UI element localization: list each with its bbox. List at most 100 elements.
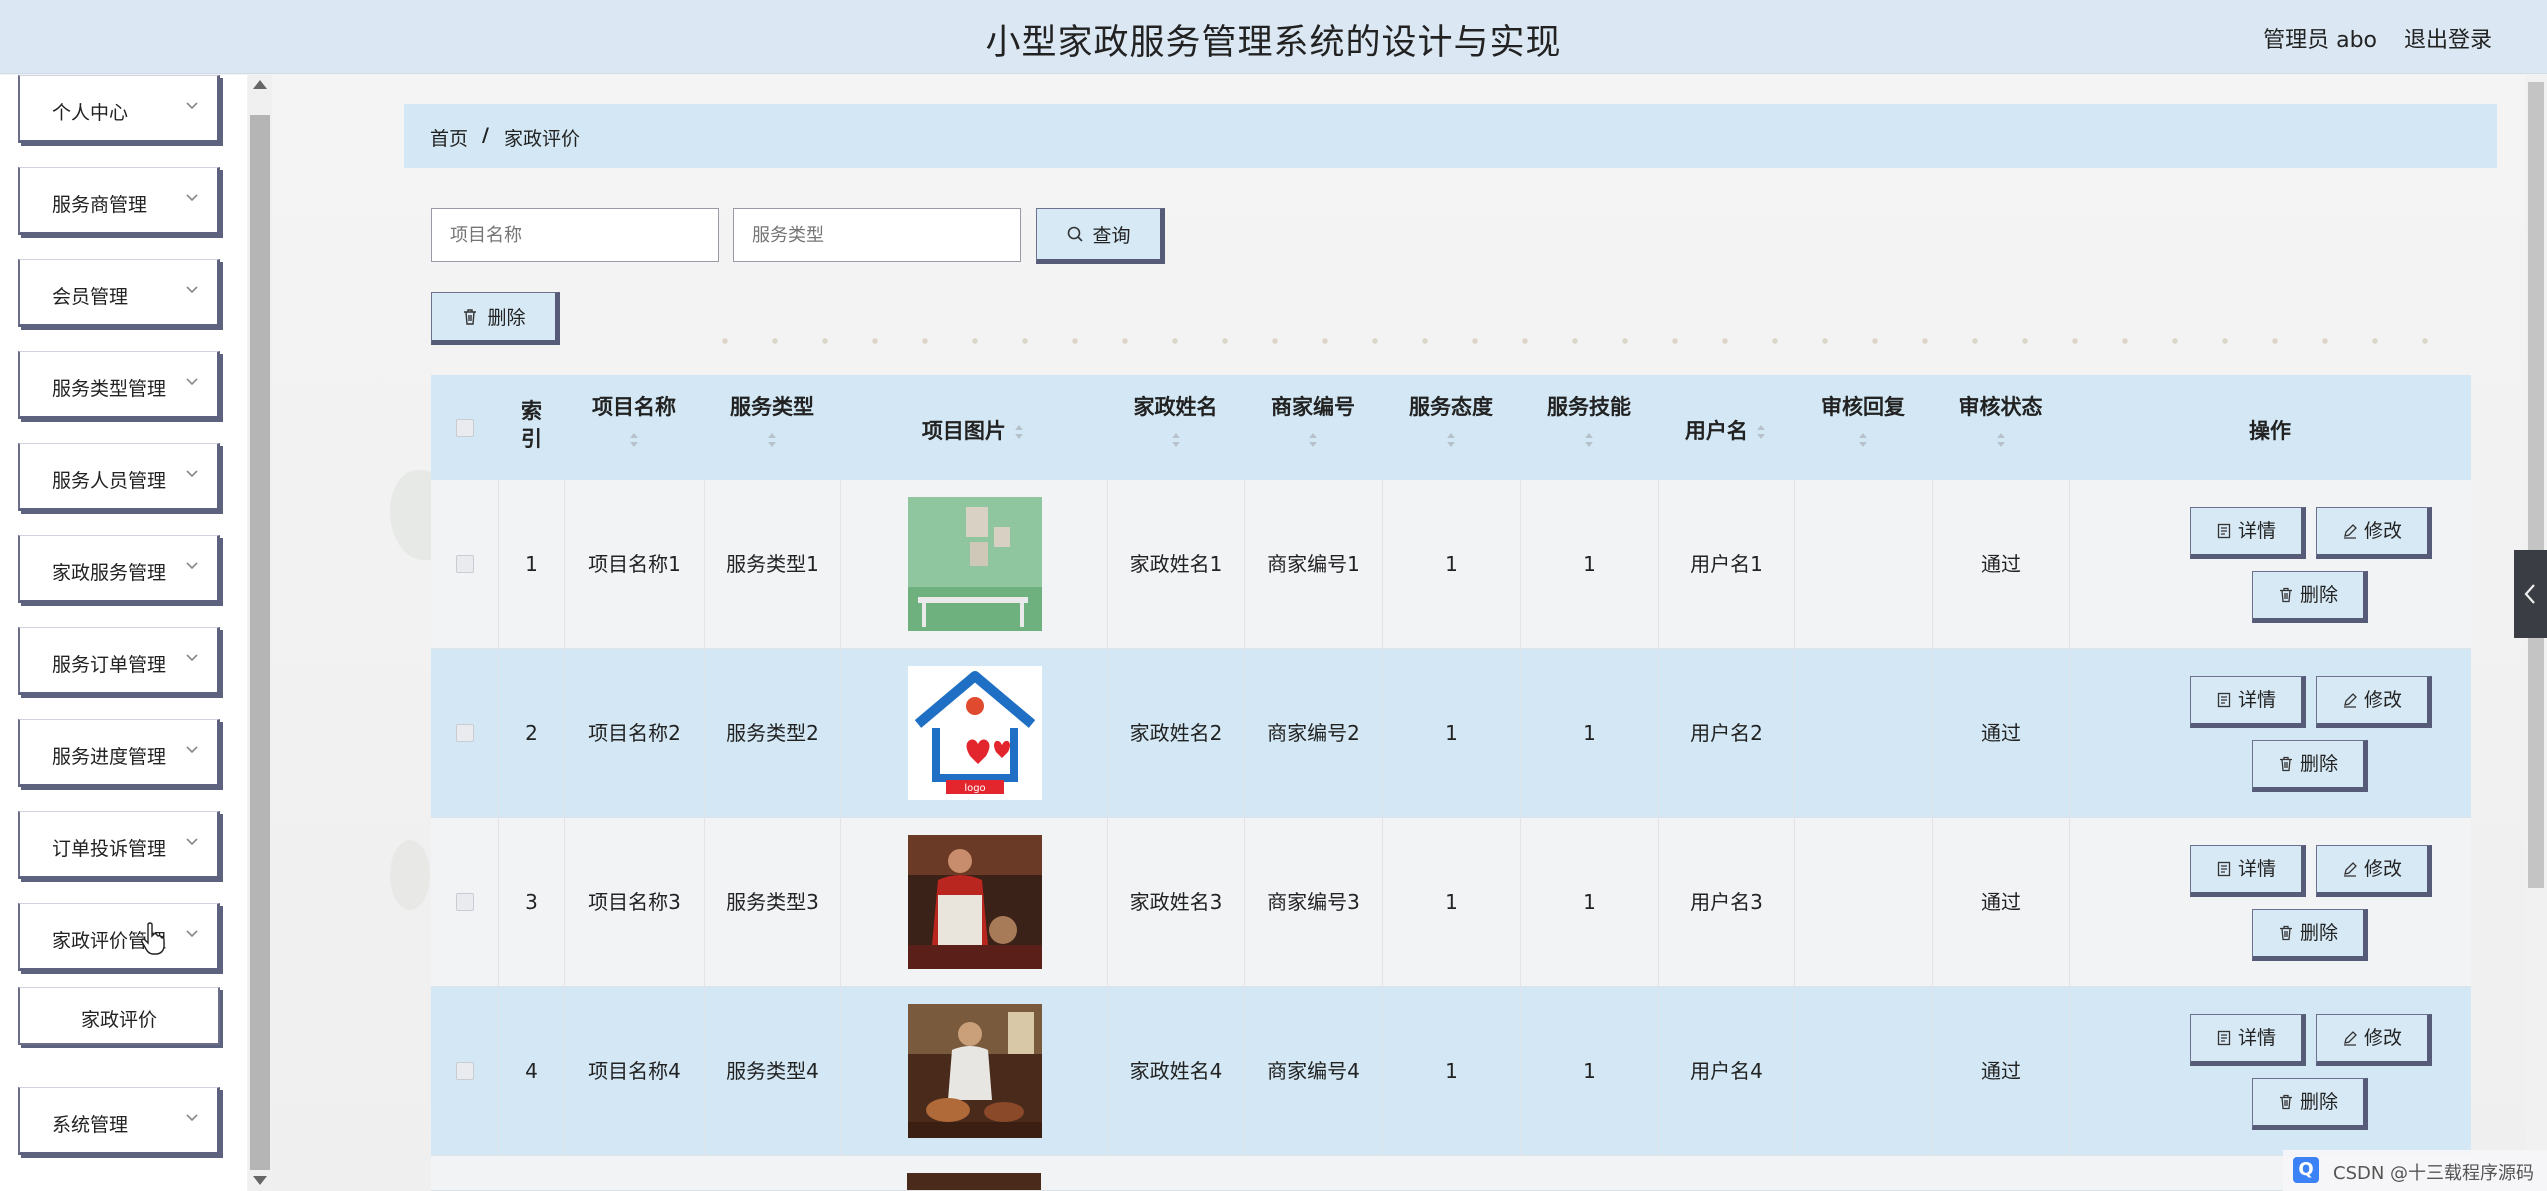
batch-delete-button[interactable]: 删除: [431, 292, 560, 345]
sidebar-item-staff-management[interactable]: 服务人员管理: [18, 443, 220, 511]
column-header-label: 商家编号: [1271, 395, 1355, 419]
project-image-thumbnail[interactable]: [907, 1173, 1041, 1190]
column-header-review-status[interactable]: 审核状态: [1932, 375, 2069, 480]
row-checkbox[interactable]: [456, 893, 474, 911]
column-header-attitude[interactable]: 服务态度: [1382, 375, 1520, 480]
project-image-thumbnail[interactable]: [908, 497, 1042, 631]
row-checkbox[interactable]: [456, 555, 474, 573]
sidebar-item-complaint-management[interactable]: 订单投诉管理: [18, 811, 220, 879]
detail-button[interactable]: 详情: [2190, 845, 2306, 897]
cell-review-status: 通过: [1932, 818, 2069, 987]
sort-icon[interactable]: [1445, 431, 1457, 449]
cell-attitude: 1: [1382, 480, 1520, 649]
sort-icon[interactable]: [1013, 423, 1025, 441]
project-image-thumbnail[interactable]: [908, 1004, 1042, 1138]
sidebar-item-label: 服务进度管理: [52, 746, 167, 768]
column-header-project-image[interactable]: 项目图片: [840, 375, 1107, 480]
cell-index: 3: [498, 818, 564, 987]
chevron-down-icon: [186, 102, 198, 110]
side-panel-toggle[interactable]: [2514, 550, 2547, 638]
sort-icon[interactable]: [766, 431, 778, 449]
sidebar-item-label: 服务人员管理: [52, 470, 167, 492]
main-scrollbar-thumb[interactable]: [2528, 82, 2544, 888]
project-image-thumbnail[interactable]: [908, 835, 1042, 969]
cell-index: 2: [498, 649, 564, 818]
service-type-search-input[interactable]: [733, 208, 1021, 262]
detail-button[interactable]: 详情: [2190, 1014, 2306, 1066]
column-header-label: 用户名: [1658, 415, 1794, 445]
delete-button[interactable]: 删除: [2252, 1078, 2368, 1130]
sidebar-item-label: 个人中心: [52, 102, 129, 124]
sidebar-item-review-management[interactable]: 家政评价管理: [18, 903, 220, 971]
sidebar-subitem-review[interactable]: 家政评价: [18, 987, 220, 1045]
sort-icon[interactable]: [1857, 431, 1869, 449]
detail-button[interactable]: 详情: [2190, 507, 2306, 559]
table-row: 1 项目名称1 服务类型1 家政姓名1 商家编号1 1 1 用户名1 通过 详情…: [431, 480, 2471, 649]
sort-icon[interactable]: [1583, 431, 1595, 449]
table-header: 索引 项目名称 服务类型 项目图片 家政姓名 商家编号 服务态度 服务技能 用户…: [431, 375, 2471, 480]
column-header-project-name[interactable]: 项目名称: [564, 375, 704, 480]
edit-button-label: 修改: [2363, 857, 2402, 880]
sidebar-item-label: 服务类型管理: [52, 378, 167, 400]
chevron-down-icon: [186, 838, 198, 846]
sort-icon[interactable]: [1170, 431, 1182, 449]
column-header-merchant-no[interactable]: 商家编号: [1244, 375, 1382, 480]
project-image-thumbnail[interactable]: logo: [908, 666, 1042, 800]
sidebar-item-label: 家政服务管理: [52, 562, 167, 584]
select-all-checkbox[interactable]: [456, 419, 474, 437]
breadcrumb-home[interactable]: 首页: [430, 124, 468, 151]
sort-icon[interactable]: [1755, 423, 1767, 441]
pointer-cursor-icon: [141, 922, 165, 955]
sidebar-item-progress-management[interactable]: 服务进度管理: [18, 719, 220, 787]
column-header-worker-name[interactable]: 家政姓名: [1107, 375, 1244, 480]
column-header-label: 审核状态: [1958, 395, 2043, 419]
sidebar-item-member-management[interactable]: 会员管理: [18, 259, 220, 327]
document-icon: [2217, 1030, 2231, 1046]
document-icon: [2217, 523, 2231, 539]
breadcrumb-current: 家政评价: [504, 128, 581, 150]
sidebar-item-service-type-management[interactable]: 服务类型管理: [18, 351, 220, 419]
sort-icon[interactable]: [628, 431, 640, 449]
cell-index: 1: [498, 480, 564, 649]
project-name-search-input[interactable]: [431, 208, 719, 262]
chevron-down-icon: [186, 378, 198, 386]
query-button-label: 查询: [1092, 224, 1131, 247]
chevron-down-icon: [186, 286, 198, 294]
scroll-up-arrow-icon[interactable]: [253, 80, 267, 89]
column-header-username[interactable]: 用户名: [1658, 375, 1794, 480]
background-leaf-decoration: [390, 840, 430, 910]
scroll-down-arrow-icon[interactable]: [253, 1176, 267, 1185]
column-header-skill[interactable]: 服务技能: [1520, 375, 1658, 480]
search-icon: [1068, 226, 1084, 242]
column-header-service-type[interactable]: 服务类型: [704, 375, 840, 480]
column-header-label: 审核回复: [1821, 395, 1905, 419]
sidebar-item-provider-management[interactable]: 服务商管理: [18, 167, 220, 235]
column-header-review-reply[interactable]: 审核回复: [1794, 375, 1932, 480]
trash-icon: [2279, 1094, 2292, 1110]
cell-worker-name: 家政姓名4: [1107, 987, 1244, 1156]
logout-link[interactable]: 退出登录: [2404, 22, 2492, 54]
sidebar-item-housekeeping-service-management[interactable]: 家政服务管理: [18, 535, 220, 603]
cell-index: 4: [498, 987, 564, 1156]
query-button[interactable]: 查询: [1036, 208, 1165, 264]
detail-button[interactable]: 详情: [2190, 676, 2306, 728]
batch-delete-label: 删除: [487, 307, 526, 329]
column-header-text: 项目图片: [921, 419, 1006, 443]
cell-project-name: 项目名称4: [564, 987, 704, 1156]
sidebar-item-order-management[interactable]: 服务订单管理: [18, 627, 220, 695]
sidebar-item-system-management[interactable]: 系统管理: [18, 1087, 220, 1155]
column-header-index[interactable]: 索引: [498, 375, 564, 480]
sidebar-scrollbar-thumb[interactable]: [250, 115, 270, 1170]
watermark-text: CSDN @十三载程序源码: [2333, 1163, 2535, 1184]
cell-review-reply: [1794, 649, 1932, 818]
cell-merchant-no: 商家编号1: [1244, 480, 1382, 649]
cell-username: 用户名4: [1658, 987, 1794, 1156]
pencil-icon: [2343, 1031, 2357, 1046]
cell-service-type: 服务类型2: [704, 649, 840, 818]
row-checkbox[interactable]: [456, 1062, 474, 1080]
row-checkbox[interactable]: [456, 724, 474, 742]
cell-attitude: 1: [1382, 649, 1520, 818]
sidebar-item-personal-center[interactable]: 个人中心: [18, 75, 220, 143]
sort-icon[interactable]: [1995, 431, 2007, 449]
sort-icon[interactable]: [1307, 431, 1319, 449]
